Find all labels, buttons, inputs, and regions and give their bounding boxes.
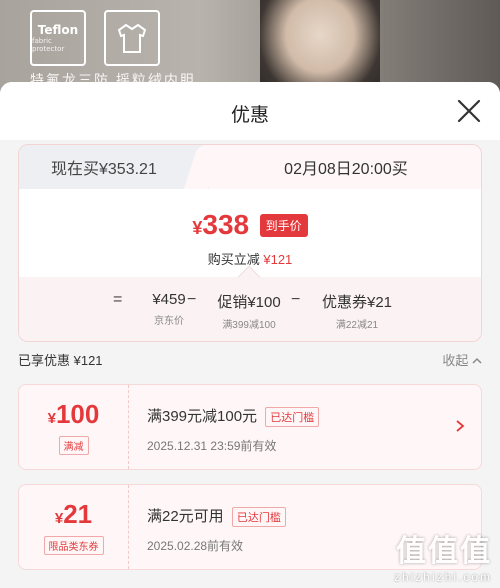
coupon-type-tag: 满减 (58, 436, 89, 455)
coupon-yen: ¥ (54, 510, 64, 527)
teflon-sub: fabric protector (32, 37, 65, 53)
threshold-badge: 已达门槛 (231, 507, 286, 528)
breakdown-minus-2: − (291, 291, 300, 309)
coupon-title: 满399元减100元 (147, 408, 258, 425)
coupon-amount: ¥21 (55, 499, 92, 530)
breakdown-minus-1: − (187, 291, 196, 309)
tab-buy-later[interactable]: 02月08日20:00买 (209, 145, 481, 189)
jacket-icon (104, 10, 160, 66)
discount-sheet: 优惠 现在买¥353.21 02月08日20:00买 ¥338 到手价 购买立减… (0, 82, 500, 588)
teflon-badge: Teflon fabric protector (30, 10, 86, 66)
coupon-expiry: 2025.12.31 23:59前有效 (147, 439, 277, 454)
price-card: 现在买¥353.21 02月08日20:00买 ¥338 到手价 购买立减 ¥1… (18, 144, 482, 342)
coupon-amount-area: ¥100 满减 (19, 385, 129, 469)
collapse-button[interactable]: 收起 (442, 350, 482, 369)
threshold-badge: 已达门槛 (265, 407, 320, 428)
breakdown-promotion: 促销¥100 满399减100 (205, 291, 293, 331)
breakdown-eq: = (113, 291, 122, 309)
final-price-yen: ¥ (192, 218, 203, 238)
instant-discount-label: 购买立减 (207, 252, 260, 267)
breakdown-op: − (291, 291, 301, 308)
chevron-up-icon (472, 357, 482, 364)
coupon-amount: ¥100 (48, 399, 100, 430)
breakdown-label: 满22减21 (335, 320, 379, 331)
coupon-yen: ¥ (47, 410, 56, 427)
coupon-details: 满399元减100元 已达门槛 2025.12.31 23:59前有效 (147, 405, 441, 454)
coupon-value: 100 (55, 399, 100, 429)
collapse-label: 收起 (442, 353, 469, 368)
watermark-url: zhizhizhi.com (393, 570, 492, 584)
coupon-title-row: 满22元可用 已达门槛 (147, 505, 441, 528)
final-price-row: ¥338 到手价 (19, 209, 481, 241)
watermark-logo: 值值值 (396, 535, 492, 568)
breakdown-coupon: 优惠券¥21 满22减21 (309, 291, 405, 331)
coupon-title-row: 满399元减100元 已达门槛 (147, 405, 441, 428)
sheet-header: 优惠 (0, 82, 500, 140)
teflon-title: Teflon (37, 23, 79, 37)
tab-buy-later-label: 02月08日20:00买 (284, 161, 408, 178)
final-price-tag: 到手价 (259, 213, 308, 237)
site-watermark: 值值值 zhizhizhi.com (394, 526, 492, 584)
coupon-title: 满22元可用 (147, 508, 224, 525)
sheet-title: 优惠 (230, 105, 269, 126)
close-icon[interactable] (456, 98, 482, 124)
shared-discount-row: 已享优惠 ¥121 收起 (18, 350, 482, 372)
instant-discount-line: 购买立减 ¥121 (19, 249, 481, 268)
coupon-amount-area: ¥21 限品类东券 (19, 485, 129, 569)
final-price: ¥338 (192, 209, 249, 241)
chevron-right-icon[interactable] (453, 419, 467, 433)
shared-discount-label: 已享优惠 ¥121 (18, 353, 103, 368)
breakdown-value: 优惠券¥21 (321, 294, 393, 311)
coupon-type-tag: 限品类东券 (43, 536, 104, 555)
breakdown-op: = (113, 291, 123, 308)
breakdown-label: 京东价 (154, 316, 184, 327)
breakdown-label: 满399减100 (222, 320, 276, 331)
final-price-value: 338 (202, 209, 250, 240)
breakdown-op: − (187, 291, 197, 308)
breakdown-value: 促销¥100 (217, 294, 281, 311)
coupon-card[interactable]: ¥100 满减 满399元减100元 已达门槛 2025.12.31 23:59… (18, 384, 482, 470)
coupon-value: 21 (63, 499, 93, 529)
instant-discount-amount: ¥121 (263, 252, 293, 267)
